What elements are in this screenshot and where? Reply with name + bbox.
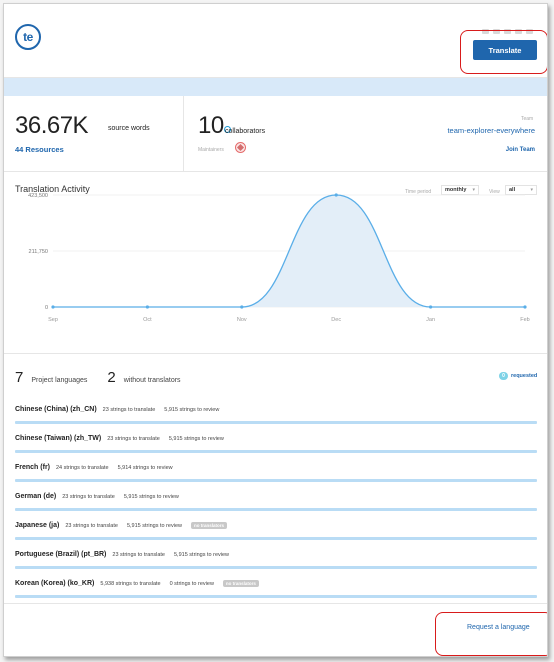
y-tick-label: 211,750	[29, 249, 48, 255]
transifex-logo[interactable]: te	[15, 24, 41, 50]
x-tick-label: Dec	[331, 317, 341, 323]
x-tick-label: Jan	[426, 317, 435, 323]
without-translators-label: without translators	[123, 377, 181, 384]
y-tick-label: 0	[45, 305, 48, 311]
strings-to-review: 5,915 strings to review	[164, 406, 220, 413]
language-progress-bar	[15, 595, 537, 598]
language-progress-bar	[15, 537, 537, 540]
language-row-text: German (de) 23 strings to translate 5,915 …	[15, 493, 188, 500]
data-point	[429, 305, 433, 309]
strings-to-review: 5,915 strings to review	[123, 493, 179, 500]
strings-to-review: 0 strings to review	[169, 580, 214, 587]
activity-chart: 0 211,750 423,500 Sep Oct Nov Dec Jan Feb	[28, 193, 530, 323]
highlight-annotation	[460, 30, 547, 74]
strings-to-translate: 23 strings to translate	[107, 435, 160, 442]
no-translators-badge: no translators	[222, 580, 259, 587]
strings-to-translate: 23 strings to translate	[65, 522, 118, 529]
language-row[interactable]: Japanese (ja) 23 strings to translate 5,91…	[15, 522, 537, 550]
language-name[interactable]: French (fr)	[15, 464, 50, 471]
strings-to-translate: 5,938 strings to translate	[100, 580, 161, 587]
data-point	[145, 305, 149, 309]
language-name[interactable]: Chinese (Taiwan) (zh_TW)	[15, 435, 101, 442]
project-stats: 36.67K source words 44 Resources 10 coll…	[4, 96, 547, 172]
language-row-text: Chinese (Taiwan) (zh_TW) 23 strings to tr…	[15, 435, 233, 442]
join-team-link[interactable]: Join Team	[506, 147, 535, 153]
language-row[interactable]: French (fr) 24 strings to translate 5,914 …	[15, 464, 537, 492]
language-name[interactable]: Japanese (ja)	[15, 522, 59, 529]
without-translators-count: 2	[107, 369, 116, 386]
x-tick-label: Feb	[520, 317, 529, 323]
highlight-annotation	[435, 612, 547, 656]
strings-to-translate: 23 strings to translate	[62, 493, 115, 500]
language-row[interactable]: Chinese (Taiwan) (zh_TW) 23 strings to tr…	[15, 435, 537, 463]
x-tick-label: Oct	[143, 317, 152, 323]
language-progress-bar	[15, 421, 537, 424]
language-progress-bar	[15, 450, 537, 453]
requested-count-badge: 0	[499, 372, 508, 380]
language-name[interactable]: Korean (Korea) (ko_KR)	[15, 580, 94, 587]
maintainer-avatar[interactable]	[235, 142, 246, 153]
collaborators-label: collaborators	[225, 128, 266, 135]
strings-to-translate: 23 strings to translate	[102, 406, 156, 413]
language-row-text: Chinese (China) (zh_CN) 23 strings to tra…	[15, 406, 228, 413]
source-words-label: source words	[108, 125, 150, 132]
page-header: te Translate	[4, 4, 547, 78]
language-name[interactable]: Chinese (China) (zh_CN)	[15, 406, 97, 413]
source-words-count: 36.67K	[15, 112, 89, 139]
stats-divider	[183, 96, 184, 172]
language-row-text: French (fr) 24 strings to translate 5,914 …	[15, 464, 182, 471]
strings-to-review: 5,915 strings to review	[126, 522, 182, 529]
no-translators-badge: no translators	[190, 522, 227, 529]
language-row[interactable]: Chinese (China) (zh_CN) 23 strings to tra…	[15, 406, 537, 434]
strings-to-review: 5,915 strings to review	[168, 435, 224, 442]
data-point	[51, 305, 55, 309]
requested-languages[interactable]: 0 requested	[499, 372, 537, 380]
requested-label: requested	[511, 373, 538, 379]
language-counts: 7 Project languages 2 without translator…	[15, 369, 201, 386]
team-name-link[interactable]: team-explorer-everywhere	[447, 126, 535, 135]
maintainers-label: Maintainers	[198, 147, 224, 153]
x-tick-label: Nov	[237, 317, 247, 323]
language-row[interactable]: German (de) 23 strings to translate 5,915 …	[15, 493, 537, 521]
strings-to-translate: 24 strings to translate	[56, 464, 109, 471]
project-page: te Translate 36.67K source words 44 Reso…	[3, 3, 548, 657]
strings-to-translate: 23 strings to translate	[112, 551, 165, 558]
language-row-text: Portuguese (Brazil) (pt_BR) 23 strings to…	[15, 551, 238, 558]
language-name[interactable]: Portuguese (Brazil) (pt_BR)	[15, 551, 106, 558]
language-progress-bar	[15, 508, 537, 511]
strings-to-review: 5,914 strings to review	[117, 464, 173, 471]
y-tick-label: 423,500	[28, 193, 48, 199]
language-row[interactable]: Portuguese (Brazil) (pt_BR) 23 strings to…	[15, 551, 537, 579]
project-languages-label: Project languages	[31, 377, 88, 384]
strings-to-review: 5,915 strings to review	[174, 551, 230, 558]
translation-activity: Translation Activity Time period monthly…	[4, 172, 547, 354]
data-point	[523, 305, 527, 309]
team-label: Team	[521, 116, 534, 122]
data-point	[334, 193, 338, 197]
data-point	[240, 305, 244, 309]
info-banner	[4, 78, 547, 96]
request-language-link[interactable]: Request a language	[467, 624, 530, 631]
project-languages-count: 7	[15, 369, 24, 386]
section-divider	[4, 603, 547, 604]
language-row-text: Japanese (ja) 23 strings to translate 5,91…	[15, 522, 227, 529]
resources-link[interactable]: 44 Resources	[15, 145, 64, 154]
language-progress-bar	[15, 566, 537, 569]
language-name[interactable]: German (de)	[15, 493, 56, 500]
language-row-text: Korean (Korea) (ko_KR) 5,938 strings to t…	[15, 580, 259, 587]
x-tick-label: Sep	[48, 317, 58, 323]
collaborators-count: 10	[198, 112, 224, 139]
language-progress-bar	[15, 479, 537, 482]
